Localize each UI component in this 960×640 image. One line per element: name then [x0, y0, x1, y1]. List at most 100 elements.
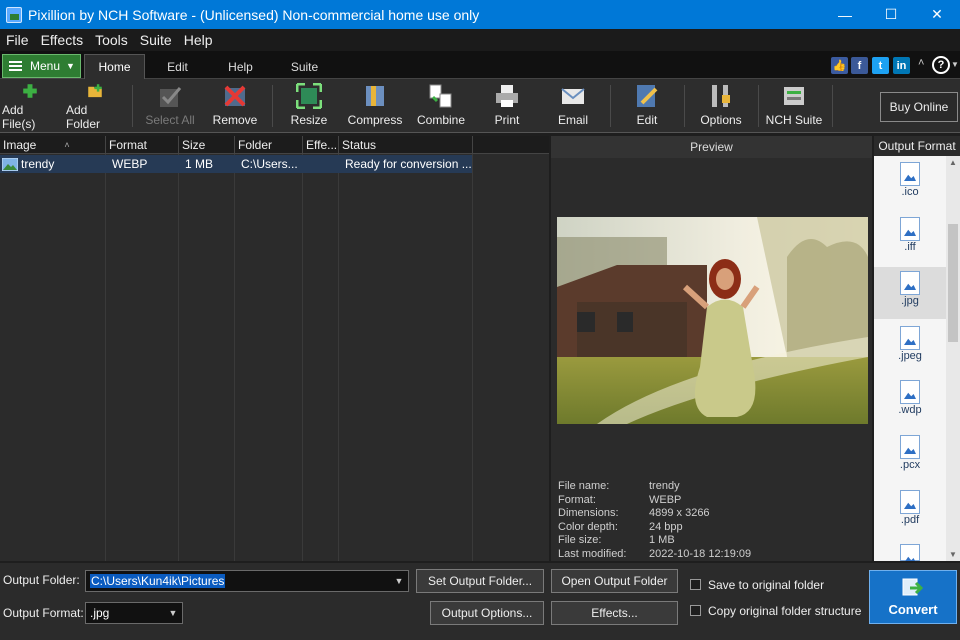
resize-button[interactable]: Resize	[284, 83, 334, 131]
format-ico[interactable]: .ico	[874, 158, 946, 210]
file-info: File name: trendy Format: WEBP Dimensions:…	[558, 480, 751, 562]
nch-suite-button[interactable]: NCH Suite	[764, 83, 824, 131]
sort-asc-icon: ˄	[64, 139, 70, 150]
menu-file[interactable]: File	[0, 32, 35, 48]
column-header-folder[interactable]: Folder	[235, 136, 303, 154]
output-folder-value[interactable]: C:\Users\Kun4ik\Pictures	[90, 574, 226, 588]
app-icon	[6, 6, 22, 23]
column-divider	[234, 154, 235, 561]
row-image-cell[interactable]: trendy	[0, 155, 106, 173]
minimize-button[interactable]: —	[822, 0, 868, 29]
toolbar-separator	[832, 85, 833, 127]
scroll-up-icon[interactable]: ▲	[949, 158, 957, 167]
add-folder-button[interactable]: Add Folder	[66, 83, 124, 131]
add-files-label: Add File(s)	[2, 103, 36, 131]
add-folder-label: Add Folder	[66, 103, 101, 131]
info-row-dimensions: Dimensions: 4899 x 3266	[558, 507, 710, 520]
caret-down-icon: ▼	[66, 61, 75, 71]
remove-label: Remove	[212, 113, 258, 127]
format-scrollbar[interactable]: ▲ ▼	[946, 156, 960, 561]
facebook-icon[interactable]: f	[851, 57, 868, 74]
menu-tools[interactable]: Tools	[89, 32, 134, 48]
info-row-file-name: File name: trendy	[558, 480, 680, 492]
menu-button[interactable]: Menu ▼	[2, 54, 81, 78]
window-title: Pixillion by NCH Software - (Unlicensed)…	[28, 6, 480, 23]
row-folder: C:\Users...	[241, 157, 298, 171]
select-all-button[interactable]: Select All	[143, 83, 197, 131]
column-header-effects[interactable]: Effe...	[303, 136, 339, 154]
tab-edit[interactable]: Edit	[150, 54, 205, 79]
menu-help[interactable]: Help	[178, 32, 219, 48]
menu-bar: File Effects Tools Suite Help	[0, 29, 960, 51]
format-wdp[interactable]: .wdp	[874, 376, 946, 428]
column-header-empty	[473, 136, 549, 154]
maximize-button[interactable]: ☐	[868, 0, 914, 29]
chevron-down-icon[interactable]: ▼	[390, 571, 408, 591]
menu-suite[interactable]: Suite	[134, 32, 178, 48]
format-iff[interactable]: .iff	[874, 213, 946, 265]
file-list[interactable]: Image ˄ Format Size Folder Effe... Status…	[0, 136, 549, 561]
email-button[interactable]: Email	[550, 83, 596, 131]
preview-title: Preview	[551, 136, 872, 158]
toolbar-separator	[758, 85, 759, 127]
scrollbar-thumb[interactable]	[948, 224, 958, 342]
remove-button[interactable]: Remove	[208, 83, 262, 131]
row-format: WEBP	[112, 157, 148, 171]
add-files-button[interactable]: Add File(s)	[2, 83, 58, 131]
output-options-button[interactable]: Output Options...	[430, 601, 544, 625]
tab-home[interactable]: Home	[84, 54, 145, 79]
menu-effects[interactable]: Effects	[35, 32, 90, 48]
column-header-size[interactable]: Size	[179, 136, 235, 154]
nch-suite-icon	[784, 87, 804, 105]
linkedin-icon[interactable]: in	[893, 57, 910, 74]
column-header-format[interactable]: Format	[106, 136, 179, 154]
twitter-icon[interactable]: t	[872, 57, 889, 74]
format-pcx[interactable]: .pcx	[874, 431, 946, 483]
row-size: 1 MB	[185, 157, 214, 171]
hamburger-icon	[9, 61, 22, 71]
output-format-combo[interactable]: .jpg ▼	[85, 602, 183, 624]
column-header-image[interactable]: Image ˄	[0, 136, 106, 154]
column-divider	[302, 154, 303, 561]
compress-button[interactable]: Compress	[346, 83, 404, 131]
buy-online-button[interactable]: Buy Online	[880, 92, 958, 122]
image-file-icon	[900, 544, 920, 561]
open-output-folder-button[interactable]: Open Output Folder	[551, 569, 678, 593]
print-button[interactable]: Print	[484, 83, 530, 131]
convert-label: Convert	[888, 601, 938, 617]
combine-label: Combine	[416, 113, 466, 127]
help-icon[interactable]: ?	[932, 56, 950, 74]
help-caret-icon[interactable]: ▼	[951, 60, 959, 69]
close-button[interactable]: ✕	[914, 0, 960, 29]
convert-icon	[902, 578, 924, 595]
options-tools-icon	[712, 85, 730, 107]
tab-help[interactable]: Help	[213, 54, 268, 79]
info-row-color-depth: Color depth: 24 bpp	[558, 520, 683, 533]
collapse-ribbon-icon[interactable]: ˄	[918, 57, 924, 69]
output-folder-combo[interactable]: C:\Users\Kun4ik\Pictures ▼	[85, 570, 409, 592]
column-divider	[105, 154, 106, 561]
copy-structure-label: Copy original folder structure	[708, 604, 862, 618]
output-folder-label: Output Folder:	[3, 573, 80, 587]
chevron-down-icon[interactable]: ▼	[164, 603, 182, 623]
column-header-status[interactable]: Status	[339, 136, 473, 154]
format-jpg[interactable]: .jpg	[874, 267, 946, 319]
convert-button[interactable]: Convert	[869, 570, 957, 624]
info-row-file-size: File size: 1 MB	[558, 534, 675, 547]
column-divider	[178, 154, 179, 561]
combine-button[interactable]: Combine	[414, 83, 468, 131]
copy-structure-checkbox[interactable]	[690, 605, 701, 616]
options-button[interactable]: Options	[696, 83, 746, 131]
row-image-name: trendy	[21, 157, 55, 171]
thumbs-up-icon[interactable]: 👍	[831, 57, 848, 74]
effects-button[interactable]: Effects...	[551, 601, 678, 625]
format-pdf[interactable]: .pdf	[874, 486, 946, 538]
set-output-folder-button[interactable]: Set Output Folder...	[416, 569, 544, 593]
edit-button[interactable]: Edit	[624, 83, 670, 131]
tab-suite[interactable]: Suite	[277, 54, 332, 79]
scroll-down-icon[interactable]: ▼	[949, 550, 957, 559]
save-to-original-checkbox[interactable]	[690, 579, 701, 590]
format-jpeg[interactable]: .jpeg	[874, 322, 946, 374]
image-file-icon	[900, 162, 920, 186]
format-next-partial[interactable]	[874, 540, 946, 561]
